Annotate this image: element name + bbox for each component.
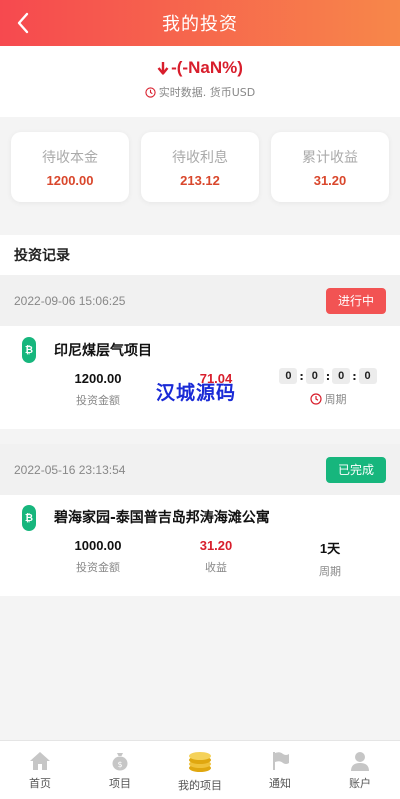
- arrow-down-icon: [157, 62, 169, 75]
- record-header: 2022-09-06 15:06:25 进行中: [0, 275, 400, 326]
- stat-card-earnings: 累计收益 31.20: [271, 132, 389, 202]
- tab-notifications[interactable]: 通知: [240, 741, 320, 799]
- tab-label: 通知: [269, 777, 291, 790]
- watermark-text: 汉城源码: [156, 382, 237, 404]
- status-badge[interactable]: 已完成: [326, 456, 386, 483]
- bitcoin-icon: ₿: [22, 505, 36, 531]
- stats-row: 待收本金 1200.00 待收利息 213.12 累计收益 31.20: [0, 117, 400, 217]
- svg-text:$: $: [117, 760, 122, 769]
- tab-my-projects[interactable]: 我的项目: [160, 741, 240, 799]
- period-column: 0 : 0 : 0 : 0 周期: [270, 368, 386, 407]
- income-column: 31.20 收益: [166, 538, 266, 575]
- record-time: 2022-05-16 23:13:54: [14, 462, 126, 477]
- project-name: 印尼煤层气项目: [54, 343, 152, 359]
- flag-icon: [273, 752, 289, 770]
- countdown-separator: :: [299, 369, 304, 383]
- home-icon: [30, 752, 50, 770]
- income-label: 收益: [205, 561, 227, 574]
- amount-value: 1000.00: [74, 538, 122, 553]
- summary-subtitle: 实时数据. 货币USD: [158, 86, 256, 99]
- chevron-left-icon: [17, 12, 29, 34]
- summary-main: -(-NaN%): [157, 58, 243, 78]
- stat-card-principal: 待收本金 1200.00: [11, 132, 129, 202]
- period-label: 周期: [324, 393, 347, 406]
- countdown-digit: 0: [279, 368, 298, 384]
- amount-value: 1200.00: [74, 371, 122, 386]
- countdown-timer: 0 : 0 : 0 : 0: [270, 368, 386, 384]
- stat-label: 待收本金: [42, 149, 98, 166]
- stat-card-interest: 待收利息 213.12: [141, 132, 259, 202]
- period-value: 1天: [319, 541, 341, 556]
- countdown-digit: 0: [332, 368, 351, 384]
- tab-label: 项目: [109, 777, 131, 790]
- tab-label: 首页: [29, 777, 51, 790]
- stat-label: 累计收益: [302, 149, 358, 166]
- countdown-digit: 0: [358, 368, 377, 384]
- amount-label: 投资金额: [76, 394, 120, 407]
- stat-value: 31.20: [313, 172, 347, 188]
- summary-panel: -(-NaN%) 实时数据. 货币USD: [0, 46, 400, 117]
- page-title: 我的投资: [162, 14, 238, 35]
- record-card[interactable]: ₿ 碧海家园-泰国普吉岛邦涛海滩公寓 1000.00 投资金额 31.20 收益…: [0, 495, 400, 596]
- records-title: 投资记录: [0, 235, 400, 275]
- summary-value: -(-NaN%): [171, 58, 243, 77]
- tab-projects[interactable]: $ 项目: [80, 741, 160, 799]
- amount-column: 1000.00 投资金额: [48, 538, 148, 575]
- countdown-digit: 0: [305, 368, 324, 384]
- record-time: 2022-09-06 15:06:25: [14, 293, 126, 308]
- income-value: 31.20: [199, 538, 233, 553]
- moneybag-icon: $: [112, 753, 128, 771]
- period-label: 周期: [319, 565, 341, 578]
- clock-icon: [145, 86, 156, 98]
- coins-icon: [189, 752, 211, 772]
- project-name: 碧海家园-泰国普吉岛邦涛海滩公寓: [54, 510, 270, 526]
- countdown-separator: :: [325, 369, 331, 383]
- stat-label: 待收利息: [172, 149, 228, 166]
- back-button[interactable]: [8, 8, 38, 38]
- tab-label: 我的项目: [178, 779, 222, 792]
- record-header: 2022-05-16 23:13:54 已完成: [0, 444, 400, 495]
- clock-icon: [309, 393, 322, 405]
- period-column: 1天 周期: [280, 538, 380, 579]
- stat-value: 1200.00: [46, 172, 94, 188]
- stat-value: 213.12: [180, 172, 220, 188]
- period-label-row: 周期: [270, 391, 386, 407]
- summary-subtitle-row: 实时数据. 货币USD: [145, 84, 256, 100]
- app-header: 我的投资: [0, 0, 400, 46]
- status-badge[interactable]: 进行中: [326, 287, 386, 314]
- tab-label: 账户: [349, 777, 371, 790]
- countdown-separator: :: [352, 369, 357, 383]
- amount-label: 投资金额: [76, 561, 120, 574]
- tab-account[interactable]: 账户: [320, 741, 400, 799]
- user-icon: [351, 752, 369, 771]
- tab-home[interactable]: 首页: [0, 741, 80, 799]
- bitcoin-icon: ₿: [22, 337, 36, 363]
- amount-column: 1200.00 投资金额: [48, 371, 148, 408]
- bottom-tab-bar: 首页 $ 项目 我的项目 通知 账户: [0, 740, 400, 799]
